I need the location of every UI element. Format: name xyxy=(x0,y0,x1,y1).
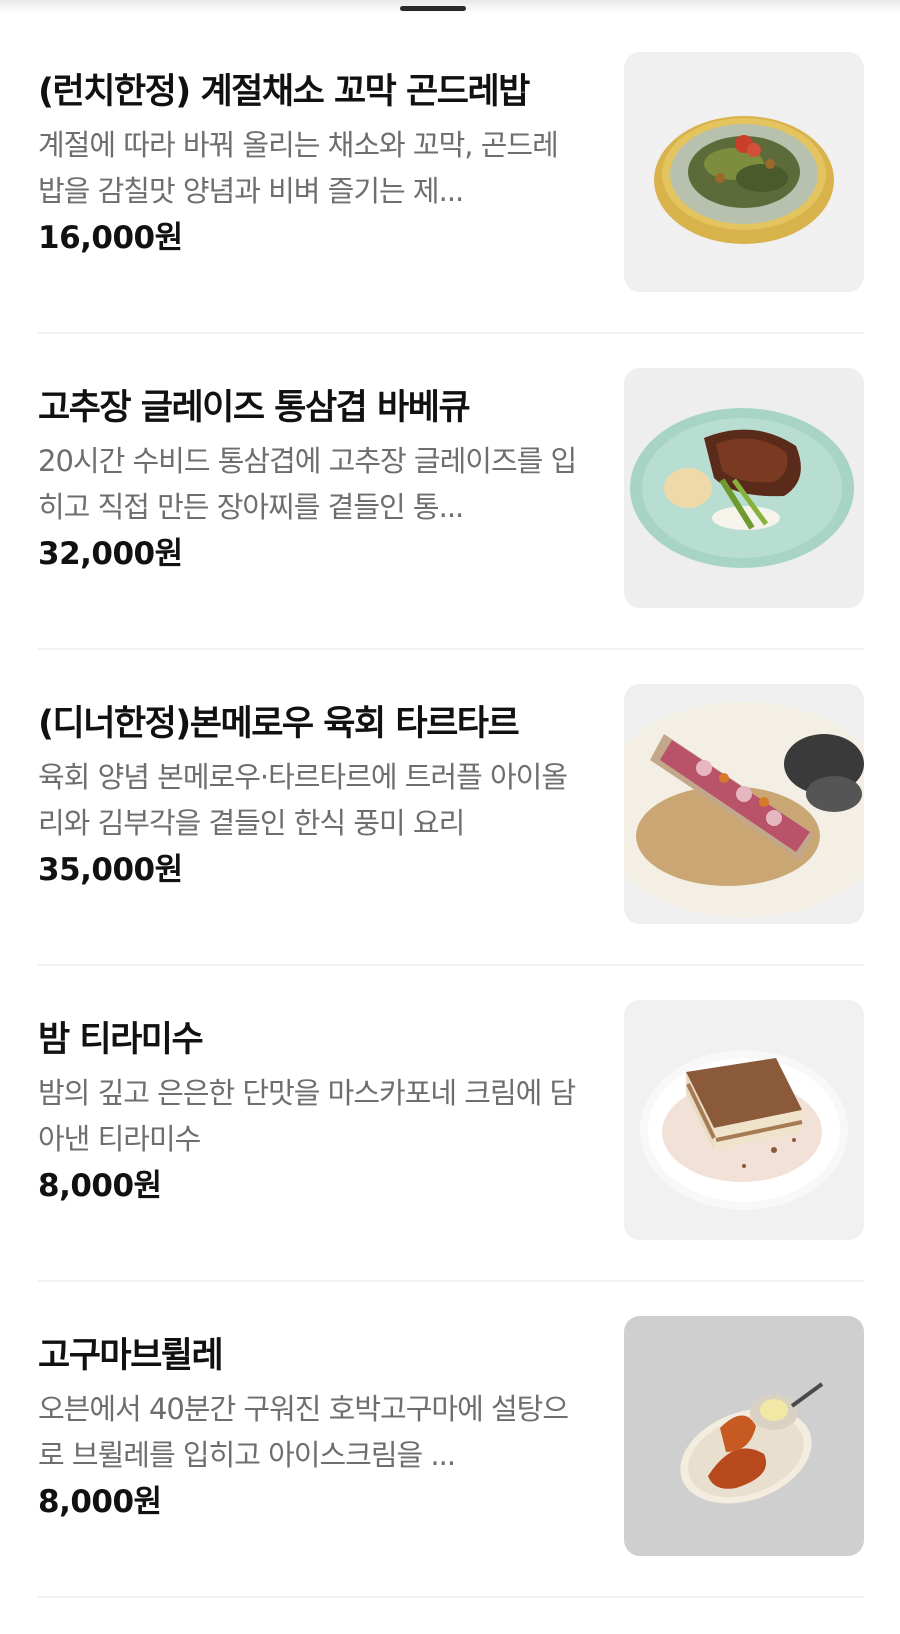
tartare-plate-image xyxy=(624,684,864,924)
menu-item[interactable]: 고추장 글레이즈 통삼겹 바베큐 20시간 수비드 통삼겹에 고추장 글레이즈를… xyxy=(0,334,900,650)
menu-item-price: 35,000원 xyxy=(38,852,183,888)
menu-item-text: (디너한정)본메로우 육회 타르타르 육회 양념 본메로우·타르타르에 트러플 … xyxy=(38,702,583,892)
pork-belly-plate-image xyxy=(624,368,864,608)
sweet-potato-brulee-image xyxy=(624,1316,864,1556)
menu-item-price: 8,000원 xyxy=(38,1168,162,1204)
menu-item-name: 고추장 글레이즈 통삼겹 바베큐 xyxy=(38,388,471,428)
menu-item-name: 밤 티라미수 xyxy=(38,1020,204,1060)
menu-item-text: (런치한정) 계절채소 꼬막 곤드레밥 계절에 따라 바꿔 올리는 채소와 꼬막… xyxy=(38,70,583,260)
menu-item-image[interactable] xyxy=(624,684,864,924)
menu-item-name: (디너한정)본메로우 육회 타르타르 xyxy=(38,704,520,744)
menu-item-price: 32,000원 xyxy=(38,536,183,572)
menu-item-text: 밤 티라미수 밤의 깊고 은은한 단맛을 마스카포네 크림에 담아낸 티라미수 … xyxy=(38,1018,583,1208)
menu-item[interactable]: 고구마브륄레 오븐에서 40분간 구워진 호박고구마에 설탕으로 브륄레를 입히… xyxy=(0,1282,900,1598)
menu-item-description: 육회 양념 본메로우·타르타르에 트러플 아이올리와 김부각을 곁들인 한식 풍… xyxy=(38,760,568,840)
menu-item[interactable]: 밤 티라미수 밤의 깊고 은은한 단맛을 마스카포네 크림에 담아낸 티라미수 … xyxy=(0,966,900,1282)
menu-item-text: 고구마브륄레 오븐에서 40분간 구워진 호박고구마에 설탕으로 브륄레를 입히… xyxy=(38,1334,583,1524)
menu-item-image[interactable] xyxy=(624,52,864,292)
menu-item-image[interactable] xyxy=(624,368,864,608)
menu-item-price: 8,000원 xyxy=(38,1484,162,1520)
menu-item-description: 밤의 깊고 은은한 단맛을 마스카포네 크림에 담아낸 티라미수 xyxy=(38,1076,576,1156)
rice-bowl-image xyxy=(624,52,864,292)
menu-item[interactable]: (런치한정) 계절채소 꼬막 곤드레밥 계절에 따라 바꿔 올리는 채소와 꼬막… xyxy=(0,18,900,334)
menu-item-description: 20시간 수비드 통삼겹에 고추장 글레이즈를 입히고 직접 만든 장아찌를 곁… xyxy=(38,444,577,524)
menu-item-image[interactable] xyxy=(624,1000,864,1240)
menu-item-price: 16,000원 xyxy=(38,220,183,256)
tiramisu-plate-image xyxy=(624,1000,864,1240)
menu-item-name: 고구마브륄레 xyxy=(38,1336,224,1376)
sheet-grabber-handle[interactable] xyxy=(400,6,466,11)
menu-item-image[interactable] xyxy=(624,1316,864,1556)
menu-list: (런치한정) 계절채소 꼬막 곤드레밥 계절에 따라 바꿔 올리는 채소와 꼬막… xyxy=(0,18,900,1598)
menu-item-name: (런치한정) 계절채소 꼬막 곤드레밥 xyxy=(38,72,530,112)
menu-item-description: 계절에 따라 바꿔 올리는 채소와 꼬막, 곤드레밥을 감칠맛 양념과 비벼 즐… xyxy=(38,128,559,208)
menu-item-divider xyxy=(38,1596,864,1598)
menu-item-description: 오븐에서 40분간 구워진 호박고구마에 설탕으로 브륄레를 입히고 아이스크림… xyxy=(38,1392,569,1472)
menu-item[interactable]: (디너한정)본메로우 육회 타르타르 육회 양념 본메로우·타르타르에 트러플 … xyxy=(0,650,900,966)
menu-item-text: 고추장 글레이즈 통삼겹 바베큐 20시간 수비드 통삼겹에 고추장 글레이즈를… xyxy=(38,386,583,576)
